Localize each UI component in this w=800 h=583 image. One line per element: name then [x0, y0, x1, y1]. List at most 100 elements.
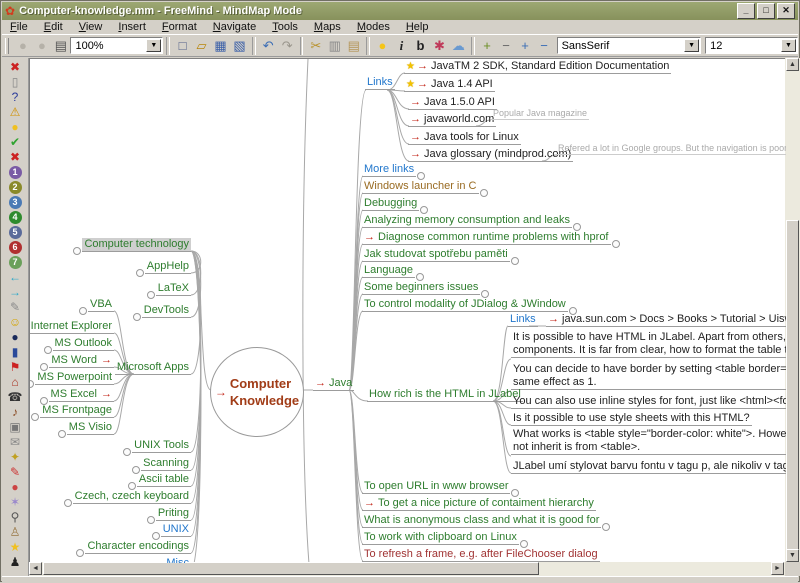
fold-handle[interactable]	[573, 223, 581, 231]
zoom-dropdown-arrow-icon[interactable]: ▼	[146, 39, 161, 52]
copy-icon[interactable]: ▥	[325, 36, 344, 55]
cloud-icon[interactable]: ☁	[449, 36, 468, 55]
map-node[interactable]: Analyzing memory consumption and leaks	[362, 214, 572, 228]
nav-back-icon[interactable]: ●	[13, 36, 32, 55]
maximize-button[interactable]: □	[757, 3, 775, 19]
map-node[interactable]: →To get a nice picture of contaiment hie…	[362, 497, 596, 511]
map-node[interactable]: Language	[362, 264, 415, 278]
fold-handle[interactable]	[152, 532, 160, 540]
stoplight-icon[interactable]: ●	[8, 480, 23, 495]
priority-6-icon[interactable]: 6	[9, 241, 22, 254]
trash-icon[interactable]: ▯	[8, 75, 23, 90]
map-node[interactable]: →javaworld.com	[408, 113, 496, 127]
map-node[interactable]: →Java 1.5.0 API	[408, 96, 497, 110]
priority-1-icon[interactable]: 1	[9, 166, 22, 179]
phone-icon[interactable]: ☎	[8, 390, 23, 405]
priority-3-icon[interactable]: 3	[9, 196, 22, 209]
map-node[interactable]: Microsoft Apps	[115, 361, 191, 375]
pencil-icon[interactable]: ✎	[8, 465, 23, 480]
close-button[interactable]: ✕	[777, 3, 795, 19]
map-node[interactable]: More links	[362, 163, 416, 177]
scroll-down-icon[interactable]: ▼	[786, 549, 799, 562]
menu-view[interactable]: View	[71, 21, 111, 33]
menu-tools[interactable]: Tools	[264, 21, 306, 33]
idea-icon[interactable]: ●	[373, 36, 392, 55]
map-node[interactable]: MS Internet Explorer	[29, 320, 114, 334]
cut-icon[interactable]: ✂	[306, 36, 325, 55]
star-icon[interactable]: ★	[8, 540, 23, 555]
print-icon[interactable]: ▤	[51, 36, 70, 55]
map-canvas[interactable]: → Computer Knowledge ★→JavaTM 2 SDK, Sta…	[29, 58, 786, 563]
map-node[interactable]: AppHelp	[145, 260, 191, 274]
forward-arrow-icon[interactable]: →	[8, 285, 23, 300]
scroll-left-icon[interactable]: ◄	[29, 562, 42, 575]
redo-icon[interactable]: ↷	[278, 36, 297, 55]
map-node[interactable]: How rich is the HTML in JLabel	[367, 388, 523, 402]
fold-handle[interactable]	[44, 346, 52, 354]
scroll-right-icon[interactable]: ►	[771, 562, 784, 575]
font-size-combobox[interactable]: 12 ▼	[705, 37, 798, 54]
flag-icon[interactable]: ⚑	[8, 360, 23, 375]
map-node[interactable]: Jak studovat spotřebu paměti	[362, 248, 510, 262]
priority-2-icon[interactable]: 2	[9, 181, 22, 194]
wand-icon[interactable]: ✶	[8, 495, 23, 510]
not-ok-icon[interactable]: ✖	[8, 60, 23, 75]
undo-icon[interactable]: ↶	[259, 36, 278, 55]
menu-insert[interactable]: Insert	[110, 21, 154, 33]
zoom-in-font-icon[interactable]: +	[478, 36, 497, 55]
ok-icon[interactable]: ✔	[8, 135, 23, 150]
size-dropdown-arrow-icon[interactable]: ▼	[781, 39, 796, 52]
nav-forward-icon[interactable]: ●	[32, 36, 51, 55]
map-node[interactable]: →Java	[313, 377, 354, 391]
menu-navigate[interactable]: Navigate	[205, 21, 264, 33]
map-node[interactable]: →Java glossary (mindprod.com)	[408, 148, 573, 162]
priority-5-icon[interactable]: 5	[9, 226, 22, 239]
map-node[interactable]: To open URL in www browser	[362, 480, 510, 494]
map-node[interactable]: Is it possible to use style sheets with …	[511, 412, 752, 426]
fold-handle[interactable]	[520, 540, 528, 548]
title-bar[interactable]: ✿ Computer-knowledge.mm - FreeMind - Min…	[2, 2, 798, 20]
map-node[interactable]: →java.sun.com > Docs > Books > Tutorial …	[546, 313, 786, 327]
menu-file[interactable]: File	[2, 21, 36, 33]
menu-help[interactable]: Help	[398, 21, 437, 33]
horizontal-scrollbar[interactable]: ◄ ►	[29, 562, 785, 576]
map-node[interactable]: To control modality of JDialog & JWindow	[362, 298, 568, 312]
fold-handle[interactable]	[64, 499, 72, 507]
map-node[interactable]: Priting	[156, 507, 191, 521]
map-node[interactable]: Computer technology	[82, 238, 191, 252]
mail-icon[interactable]: ✉	[8, 435, 23, 450]
map-node[interactable]: You can decide to have border by setting…	[511, 363, 786, 390]
map-node[interactable]: MS Word→	[49, 354, 114, 368]
smiley-icon[interactable]: ☺	[8, 315, 23, 330]
fold-handle[interactable]	[133, 313, 141, 321]
map-node[interactable]: MS Frontpage	[40, 404, 114, 418]
map-node[interactable]: LaTeX	[156, 282, 191, 296]
horizontal-scroll-thumb[interactable]	[43, 562, 539, 575]
decrease-node-icon[interactable]: −	[535, 36, 554, 55]
zoom-combobox[interactable]: 100% ▼	[70, 37, 163, 54]
map-node[interactable]: MS Visio	[67, 421, 114, 435]
person-icon[interactable]: ♙	[8, 525, 23, 540]
map-node[interactable]: UNIX	[161, 523, 191, 537]
camera-icon[interactable]: ▣	[8, 420, 23, 435]
root-node[interactable]: → Computer Knowledge	[210, 347, 304, 437]
map-node[interactable]: Character encodings	[85, 540, 191, 554]
map-node[interactable]: →Diagnose common runtime problems with h…	[362, 231, 611, 245]
save-as-icon[interactable]: ▧	[230, 36, 249, 55]
magnifier-icon[interactable]: ⚲	[8, 510, 23, 525]
new-map-icon[interactable]: □	[173, 36, 192, 55]
map-node[interactable]: It is possible to have HTML in JLabel. A…	[511, 331, 786, 358]
map-node[interactable]: You can also use inline styles for font,…	[511, 395, 786, 409]
menu-format[interactable]: Format	[154, 21, 205, 33]
map-node[interactable]: Links	[365, 76, 395, 90]
attach-icon[interactable]: ✎	[8, 300, 23, 315]
map-node[interactable]: JLabel umí stylovat barvu fontu v tagu p…	[511, 460, 786, 474]
fold-handle[interactable]	[79, 307, 87, 315]
join-icon[interactable]: ✱	[430, 36, 449, 55]
priority-4-icon[interactable]: 4	[9, 211, 22, 224]
map-node[interactable]: ★→Java 1.4 API	[404, 78, 495, 92]
penguin-icon[interactable]: ♟	[8, 555, 23, 570]
idea-icon[interactable]: ●	[8, 120, 23, 135]
back-arrow-icon[interactable]: ←	[8, 270, 23, 285]
home-icon[interactable]: ⌂	[8, 375, 23, 390]
